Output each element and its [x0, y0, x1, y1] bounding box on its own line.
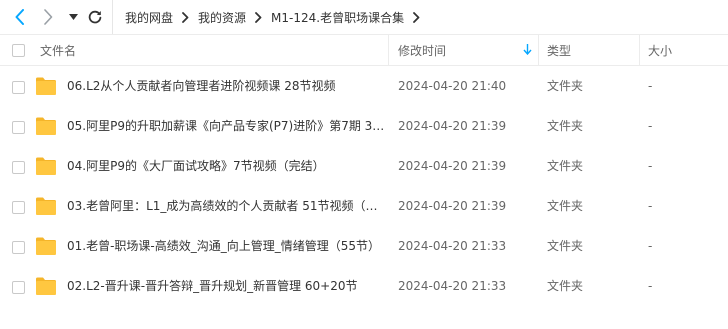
file-row[interactable]: 05.阿里P9的升职加薪课《向产品专家(P7)进阶》第7期 3… 2024-04-… — [0, 108, 728, 148]
file-type: 文件夹 — [547, 159, 584, 173]
column-header-type[interactable]: 类型 — [547, 35, 571, 65]
chevron-right-icon — [44, 9, 53, 25]
folder-icon — [36, 77, 56, 95]
sort-descending-icon — [523, 44, 532, 55]
file-modified-time: 2024-04-20 21:39 — [398, 119, 507, 133]
folder-icon — [36, 197, 56, 215]
file-modified-time: 2024-04-20 21:39 — [398, 159, 507, 173]
file-row[interactable]: 03.老曾阿里：L1_成为高绩效的个人贡献者 51节视频（… 2024-04-20… — [0, 188, 728, 228]
file-name[interactable]: 05.阿里P9的升职加薪课《向产品专家(P7)进阶》第7期 3… — [67, 108, 384, 144]
folder-icon — [36, 117, 56, 135]
breadcrumb-item-my-drive[interactable]: 我的网盘 — [125, 9, 173, 26]
file-modified-time: 2024-04-20 21:39 — [398, 199, 507, 213]
back-button[interactable] — [10, 8, 30, 26]
column-header-modified[interactable]: 修改时间 — [398, 35, 536, 65]
column-divider[interactable] — [388, 35, 389, 65]
file-row[interactable]: 02.L2-晋升课-晋升答辩_晋升规划_新晋管理 60+20节 2024-04-2… — [0, 268, 728, 308]
file-size: - — [648, 159, 653, 173]
row-checkbox[interactable] — [12, 161, 25, 174]
row-checkbox[interactable] — [12, 81, 25, 94]
file-name[interactable]: 03.老曾阿里：L1_成为高绩效的个人贡献者 51节视频（… — [67, 188, 378, 224]
file-name[interactable]: 01.老曾-职场课-高绩效_沟通_向上管理_情绪管理（55节） — [67, 228, 380, 264]
column-divider[interactable] — [538, 35, 539, 65]
file-modified-time: 2024-04-20 21:33 — [398, 279, 507, 293]
file-type: 文件夹 — [547, 199, 584, 213]
chevron-right-icon — [255, 11, 262, 23]
breadcrumb-item-current-folder[interactable]: M1-124.老曾职场课合集 — [271, 9, 404, 26]
file-type: 文件夹 — [547, 119, 584, 133]
caret-down-icon — [68, 14, 78, 20]
file-row[interactable]: 04.阿里P9的《大厂面试攻略》7节视频（完结） 2024-04-20 21:39… — [0, 148, 728, 188]
select-all-checkbox[interactable] — [12, 43, 25, 57]
column-divider[interactable] — [639, 35, 640, 65]
refresh-icon — [88, 10, 102, 24]
column-header-modified-label: 修改时间 — [398, 43, 447, 58]
breadcrumb: 我的网盘 我的资源 M1-124.老曾职场课合集 — [112, 0, 429, 34]
file-modified-time: 2024-04-20 21:33 — [398, 239, 507, 253]
chevron-right-icon — [182, 11, 189, 23]
row-checkbox[interactable] — [12, 281, 25, 294]
file-size: - — [648, 79, 653, 93]
file-type: 文件夹 — [547, 79, 584, 93]
refresh-button[interactable] — [86, 8, 104, 26]
breadcrumb-item-my-resources[interactable]: 我的资源 — [198, 9, 246, 26]
chevron-right-icon[interactable] — [413, 11, 420, 23]
select-all-checkbox-cell — [12, 35, 25, 65]
file-size: - — [648, 199, 653, 213]
row-checkbox[interactable] — [12, 241, 25, 254]
folder-icon — [36, 237, 56, 255]
file-row[interactable]: 01.老曾-职场课-高绩效_沟通_向上管理_情绪管理（55节） 2024-04-2… — [0, 228, 728, 268]
file-row[interactable]: 06.L2从个人贡献者向管理者进阶视频课 28节视频 2024-04-20 21:… — [0, 68, 728, 108]
file-list-header: 文件名 修改时间 类型 大小 — [0, 34, 728, 66]
row-checkbox[interactable] — [12, 121, 25, 134]
toolbar: 我的网盘 我的资源 M1-124.老曾职场课合集 — [0, 0, 728, 34]
row-checkbox[interactable] — [12, 201, 25, 214]
file-name[interactable]: 04.阿里P9的《大厂面试攻略》7节视频（完结） — [67, 148, 325, 184]
file-size: - — [648, 119, 653, 133]
history-dropdown-button[interactable] — [66, 8, 80, 26]
file-type: 文件夹 — [547, 279, 584, 293]
file-modified-time: 2024-04-20 21:40 — [398, 79, 507, 93]
file-name[interactable]: 02.L2-晋升课-晋升答辩_晋升规划_新晋管理 60+20节 — [67, 268, 357, 304]
file-type: 文件夹 — [547, 239, 584, 253]
file-name[interactable]: 06.L2从个人贡献者向管理者进阶视频课 28节视频 — [67, 68, 336, 104]
file-size: - — [648, 279, 653, 293]
forward-button[interactable] — [38, 8, 58, 26]
folder-icon — [36, 157, 56, 175]
chevron-left-icon — [15, 9, 24, 25]
column-header-size[interactable]: 大小 — [648, 35, 672, 65]
column-header-name[interactable]: 文件名 — [40, 35, 76, 65]
folder-icon — [36, 277, 56, 295]
file-size: - — [648, 239, 653, 253]
